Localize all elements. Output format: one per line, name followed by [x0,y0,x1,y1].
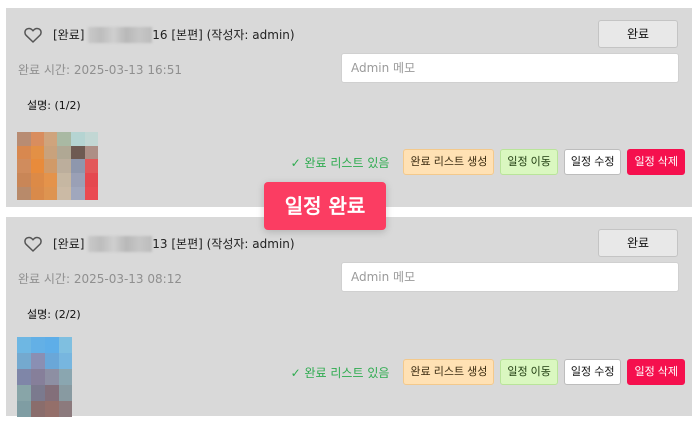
description-label: 설명: (1/2) [27,99,81,112]
completed-time: 완료 시간: 2025-03-13 08:12 [18,272,182,286]
thumbnail-image[interactable] [17,337,72,417]
move-schedule-button[interactable]: 일정 이동 [500,359,558,385]
thumbnail-image[interactable] [17,132,98,200]
redacted-title [88,26,153,43]
title-suffix: 13 [본편] (작성자: admin) [152,237,295,251]
generate-list-button[interactable]: 완료 리스트 생성 [403,359,495,385]
heart-icon[interactable] [24,236,42,252]
edit-schedule-button[interactable]: 일정 수정 [563,359,622,385]
action-bar: ✓ 완료 리스트 있음 완료 리스트 생성 일정 이동 일정 수정 일정 삭제 [291,148,685,176]
schedule-card-2: [완료] 13 [본편] (작성자: admin) 완료 완료 시간: 2025… [6,217,692,417]
generate-list-button[interactable]: 완료 리스트 생성 [403,149,495,175]
title-prefix: [완료] [53,237,85,251]
complete-button[interactable]: 완료 [598,229,678,257]
list-status: ✓ 완료 리스트 있음 [290,365,390,380]
schedule-title: [완료] 16 [본편] (작성자: admin) [53,26,295,44]
admin-memo-input[interactable] [341,53,679,83]
title-prefix: [완료] [53,28,85,42]
schedule-complete-toast: 일정 완료 [264,182,386,230]
action-bar: ✓ 완료 리스트 있음 완료 리스트 생성 일정 이동 일정 수정 일정 삭제 [291,358,685,386]
list-status: ✓ 완료 리스트 있음 [290,155,390,170]
admin-memo-input[interactable] [341,262,679,292]
delete-schedule-button[interactable]: 일정 삭제 [627,359,685,385]
schedule-title: [완료] 13 [본편] (작성자: admin) [53,235,295,253]
delete-schedule-button[interactable]: 일정 삭제 [627,149,685,175]
title-suffix: 16 [본편] (작성자: admin) [152,28,295,42]
redacted-title [88,235,153,252]
heart-icon[interactable] [24,27,42,43]
description-label: 설명: (2/2) [27,308,81,321]
completed-time: 완료 시간: 2025-03-13 16:51 [18,63,182,77]
schedule-card-1: [완료] 16 [본편] (작성자: admin) 완료 완료 시간: 2025… [6,8,692,207]
complete-button[interactable]: 완료 [598,20,678,48]
edit-schedule-button[interactable]: 일정 수정 [563,149,622,175]
move-schedule-button[interactable]: 일정 이동 [500,149,558,175]
